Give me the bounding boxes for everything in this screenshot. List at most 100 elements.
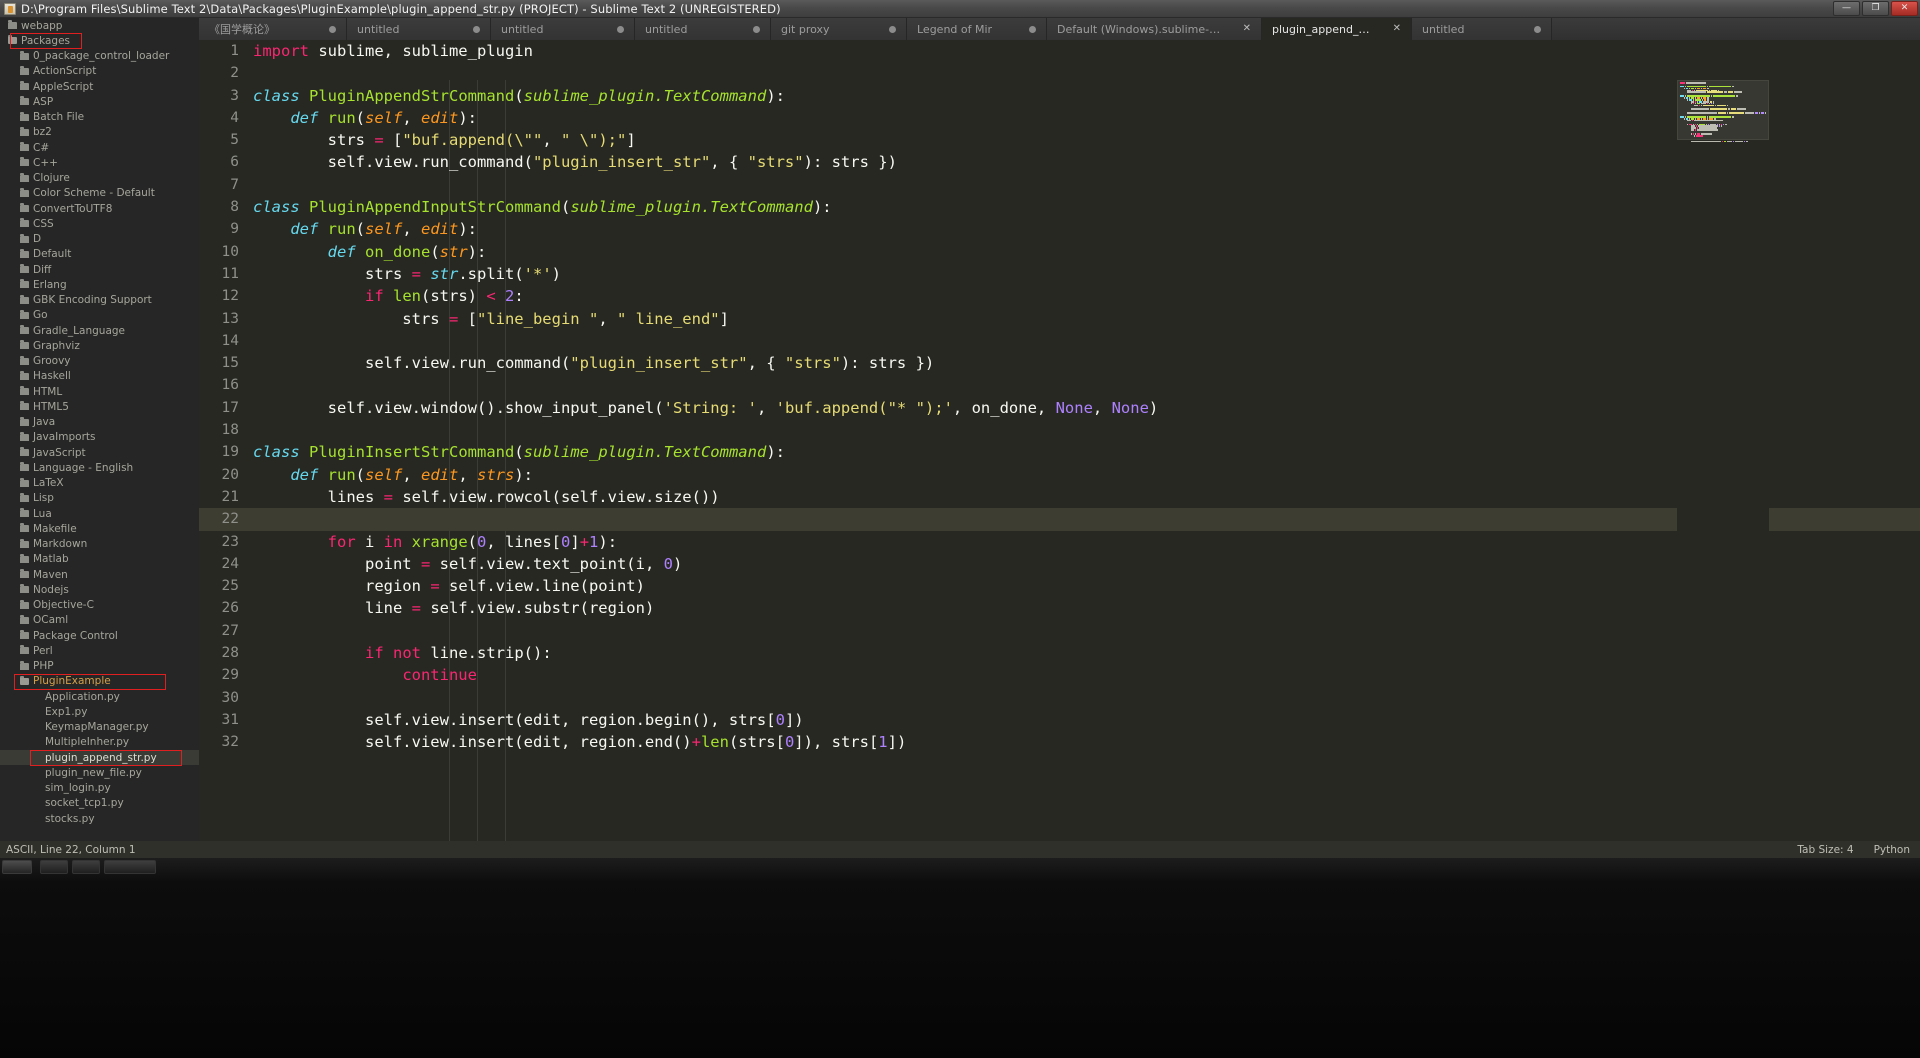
tab--[interactable]: 《国学概论》 bbox=[199, 18, 347, 40]
sidebar-folder-php[interactable]: PHP bbox=[0, 659, 199, 674]
sidebar-folder-c-[interactable]: C++ bbox=[0, 155, 199, 170]
tab-dirty-dot-icon[interactable] bbox=[617, 25, 624, 33]
tab-dirty-dot-icon[interactable] bbox=[329, 25, 336, 33]
sidebar-folder-nodejs[interactable]: Nodejs bbox=[0, 582, 199, 597]
sidebar-folder-graphviz[interactable]: Graphviz bbox=[0, 338, 199, 353]
code-line[interactable]: 17 self.view.window().show_input_panel('… bbox=[199, 397, 1920, 419]
tab-default-windows-sublime-keymap[interactable]: Default (Windows).sublime-keymap ✕ bbox=[1047, 18, 1262, 40]
code-line[interactable]: 10 def on_done(str): bbox=[199, 241, 1920, 263]
code-line[interactable]: 30 bbox=[199, 687, 1920, 709]
code-line[interactable]: 18 bbox=[199, 419, 1920, 441]
sidebar-folder-packages[interactable]: Packages bbox=[0, 33, 199, 50]
tab-dirty-dot-icon[interactable] bbox=[1029, 25, 1036, 33]
status-syntax[interactable]: Python bbox=[1864, 844, 1920, 856]
sidebar-folder-ocaml[interactable]: OCaml bbox=[0, 613, 199, 628]
code-line[interactable]: 29 continue bbox=[199, 664, 1920, 686]
tab-close-icon[interactable]: ✕ bbox=[1243, 24, 1251, 34]
code-line[interactable]: 13 strs = ["line_begin ", " line_end"] bbox=[199, 308, 1920, 330]
tab-untitled[interactable]: untitled bbox=[347, 18, 491, 40]
code-line[interactable]: 24 point = self.view.text_point(i, 0) bbox=[199, 553, 1920, 575]
sidebar-folder-applescript[interactable]: AppleScript bbox=[0, 79, 199, 94]
sidebar-folder-html[interactable]: HTML bbox=[0, 384, 199, 399]
sidebar-folder-latex[interactable]: LaTeX bbox=[0, 476, 199, 491]
status-tab-size[interactable]: Tab Size: 4 bbox=[1787, 844, 1863, 856]
sidebar-folder-groovy[interactable]: Groovy bbox=[0, 354, 199, 369]
sidebar-folder-java[interactable]: Java bbox=[0, 415, 199, 430]
sidebar-file-tree[interactable]: webapp Packages 0_package_control_loader Ac… bbox=[0, 18, 199, 841]
code-line[interactable]: 6 self.view.run_command("plugin_insert_s… bbox=[199, 151, 1920, 173]
sidebar-folder-javascript[interactable]: JavaScript bbox=[0, 445, 199, 460]
minimap-viewport[interactable] bbox=[1677, 80, 1769, 140]
code-line[interactable]: 32 self.view.insert(edit, region.end()+l… bbox=[199, 731, 1920, 753]
code-line[interactable]: 11 strs = str.split('*') bbox=[199, 263, 1920, 285]
sidebar-folder-0-package-control-loader[interactable]: 0_package_control_loader bbox=[0, 49, 199, 64]
sidebar-folder-html5[interactable]: HTML5 bbox=[0, 399, 199, 414]
code-line[interactable]: 3 class PluginAppendStrCommand(sublime_pl… bbox=[199, 85, 1920, 107]
sidebar-folder-markdown[interactable]: Markdown bbox=[0, 537, 199, 552]
code-line[interactable]: 12 if len(strs) < 2: bbox=[199, 285, 1920, 307]
sidebar-folder-css[interactable]: CSS bbox=[0, 216, 199, 231]
code-line[interactable]: 15 self.view.run_command("plugin_insert_… bbox=[199, 352, 1920, 374]
sidebar-folder-perl[interactable]: Perl bbox=[0, 643, 199, 658]
code-line[interactable]: 31 self.view.insert(edit, region.begin()… bbox=[199, 709, 1920, 731]
code-line[interactable]: 27 bbox=[199, 620, 1920, 642]
editor-tab-bar[interactable]: 《国学概论》 untitled untitled untitled git proxy L… bbox=[199, 18, 1920, 40]
sidebar-folder-haskell[interactable]: Haskell bbox=[0, 369, 199, 384]
sidebar-file-keymapmanager-py[interactable]: KeymapManager.py bbox=[0, 720, 199, 735]
code-line[interactable]: 19 class PluginInsertStrCommand(sublime_p… bbox=[199, 441, 1920, 463]
sidebar-file-sim-login-py[interactable]: sim_login.py bbox=[0, 781, 199, 796]
tab-plugin-append-str-py[interactable]: plugin_append_str.py ✕ bbox=[1262, 18, 1412, 40]
sidebar-folder-webapp[interactable]: webapp bbox=[0, 18, 199, 33]
os-taskbar[interactable] bbox=[0, 858, 1920, 1058]
sidebar-folder-color-scheme-default[interactable]: Color Scheme - Default bbox=[0, 186, 199, 201]
minimap[interactable] bbox=[1677, 80, 1769, 841]
code-line[interactable]: 8 class PluginAppendInputStrCommand(subli… bbox=[199, 196, 1920, 218]
tab-git-proxy[interactable]: git proxy bbox=[771, 18, 907, 40]
sidebar-folder-objective-c[interactable]: Objective-C bbox=[0, 598, 199, 613]
code-line[interactable]: 25 region = self.view.line(point) bbox=[199, 575, 1920, 597]
tab-untitled[interactable]: untitled bbox=[635, 18, 771, 40]
sidebar-file-plugin-new-file-py[interactable]: plugin_new_file.py bbox=[0, 765, 199, 780]
sidebar-folder-diff[interactable]: Diff bbox=[0, 262, 199, 277]
start-button[interactable] bbox=[2, 860, 32, 874]
code-line[interactable]: 26 line = self.view.substr(region) bbox=[199, 597, 1920, 619]
close-button[interactable]: ✕ bbox=[1891, 1, 1918, 16]
sidebar-folder-converttoutf8[interactable]: ConvertToUTF8 bbox=[0, 201, 199, 216]
sidebar-folder-bz2[interactable]: bz2 bbox=[0, 125, 199, 140]
code-line[interactable]: 4 def run(self, edit): bbox=[199, 107, 1920, 129]
code-line[interactable]: 23 for i in xrange(0, lines[0]+1): bbox=[199, 531, 1920, 553]
tab-dirty-dot-icon[interactable] bbox=[753, 25, 760, 33]
sidebar-folder-lisp[interactable]: Lisp bbox=[0, 491, 199, 506]
sidebar-folder-batch-file[interactable]: Batch File bbox=[0, 110, 199, 125]
sidebar-folder-d[interactable]: D bbox=[0, 232, 199, 247]
code-line[interactable]: 21 lines = self.view.rowcol(self.view.si… bbox=[199, 486, 1920, 508]
sidebar-folder-erlang[interactable]: Erlang bbox=[0, 277, 199, 292]
code-editor[interactable]: 1 import sublime, sublime_plugin 2 3 class P… bbox=[199, 40, 1920, 841]
code-line[interactable]: 20 def run(self, edit, strs): bbox=[199, 464, 1920, 486]
sidebar-folder-asp[interactable]: ASP bbox=[0, 94, 199, 109]
sidebar-folder-makefile[interactable]: Makefile bbox=[0, 521, 199, 536]
sidebar-file-plugin-append-str-py[interactable]: plugin_append_str.py bbox=[0, 750, 199, 767]
tab-untitled[interactable]: untitled bbox=[491, 18, 635, 40]
sidebar-folder-package-control[interactable]: Package Control bbox=[0, 628, 199, 643]
sidebar-file-socket-tcp1-py[interactable]: socket_tcp1.py bbox=[0, 796, 199, 811]
code-line[interactable]: 16 bbox=[199, 374, 1920, 396]
sidebar-folder-clojure[interactable]: Clojure bbox=[0, 171, 199, 186]
tab-dirty-dot-icon[interactable] bbox=[889, 25, 896, 33]
code-line[interactable]: 22 bbox=[199, 508, 1920, 531]
sidebar-file-exp1-py[interactable]: Exp1.py bbox=[0, 704, 199, 719]
code-line[interactable]: 14 bbox=[199, 330, 1920, 352]
code-line[interactable]: 2 bbox=[199, 62, 1920, 84]
sidebar-file-stocks-py[interactable]: stocks.py bbox=[0, 811, 199, 826]
code-lines[interactable]: 1 import sublime, sublime_plugin 2 3 class P… bbox=[199, 40, 1920, 754]
sidebar-file-application-py[interactable]: Application.py bbox=[0, 689, 199, 704]
sidebar-folder-gradle-language[interactable]: Gradle_Language bbox=[0, 323, 199, 338]
tab-close-icon[interactable]: ✕ bbox=[1393, 24, 1401, 34]
code-line[interactable]: 5 strs = ["buf.append(\"", " \");"] bbox=[199, 129, 1920, 151]
sidebar-folder-maven[interactable]: Maven bbox=[0, 567, 199, 582]
minimize-button[interactable]: — bbox=[1833, 1, 1860, 16]
sidebar-folder-c-[interactable]: C# bbox=[0, 140, 199, 155]
sidebar-folder-go[interactable]: Go bbox=[0, 308, 199, 323]
taskbar-item[interactable] bbox=[40, 860, 68, 874]
code-line[interactable]: 28 if not line.strip(): bbox=[199, 642, 1920, 664]
